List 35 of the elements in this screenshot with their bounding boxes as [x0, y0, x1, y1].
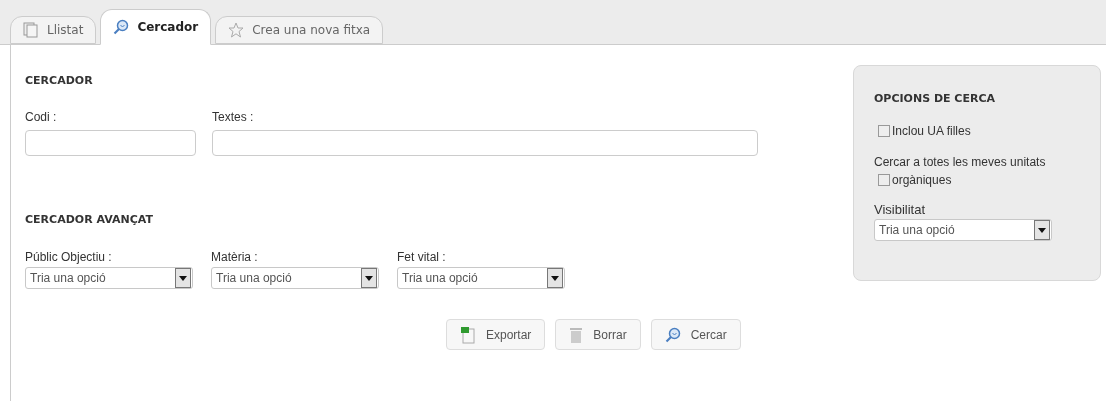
select-field[interactable]: Tria una opció [211, 267, 379, 289]
pages-icon [23, 22, 39, 38]
search-icon [113, 19, 130, 35]
checkbox[interactable] [878, 173, 890, 186]
tab-label: Llistat [47, 22, 84, 39]
spreadsheet-icon [460, 325, 476, 344]
section-title: CERCADOR AVANÇAT [25, 211, 154, 228]
search-icon [664, 326, 681, 343]
field-label: Fet vital : [397, 249, 447, 266]
select-field[interactable]: Tria una opció [25, 267, 193, 289]
field-label: Textes : [212, 108, 255, 126]
tab[interactable]: Llistat [10, 16, 97, 44]
trash-icon [569, 325, 584, 344]
input-field[interactable] [25, 129, 196, 156]
select-field[interactable]: Tria una opció [397, 267, 565, 289]
checkbox-label: Inclou UA filles [892, 122, 971, 140]
action-button[interactable]: Cercar [650, 319, 741, 350]
action-button[interactable]: Exportar [446, 319, 546, 350]
section-title: OPCIONS DE CERCA [874, 91, 996, 107]
tab-label: Cercador [137, 19, 199, 36]
checkbox-label: orgàniques [892, 171, 952, 189]
field-label: Visibilitat [874, 200, 927, 219]
tab-label: Crea una nova fitxa [252, 22, 371, 39]
field-label: Públic Objectiu : [25, 249, 113, 266]
select-field[interactable]: Tria una opció [874, 219, 1052, 241]
action-button[interactable]: Borrar [555, 319, 641, 350]
section-title: CERCADOR [25, 73, 94, 89]
tab[interactable]: Crea una nova fitxa [215, 16, 384, 44]
input-field[interactable] [212, 129, 758, 156]
checkbox[interactable] [878, 124, 890, 137]
tab[interactable]: Cercador [100, 9, 212, 45]
field-label: Matèria : [211, 249, 259, 266]
option-text: Cercar a totes les meves unitats [874, 153, 1047, 171]
star-icon [228, 22, 245, 38]
field-label: Codi : [25, 108, 58, 126]
